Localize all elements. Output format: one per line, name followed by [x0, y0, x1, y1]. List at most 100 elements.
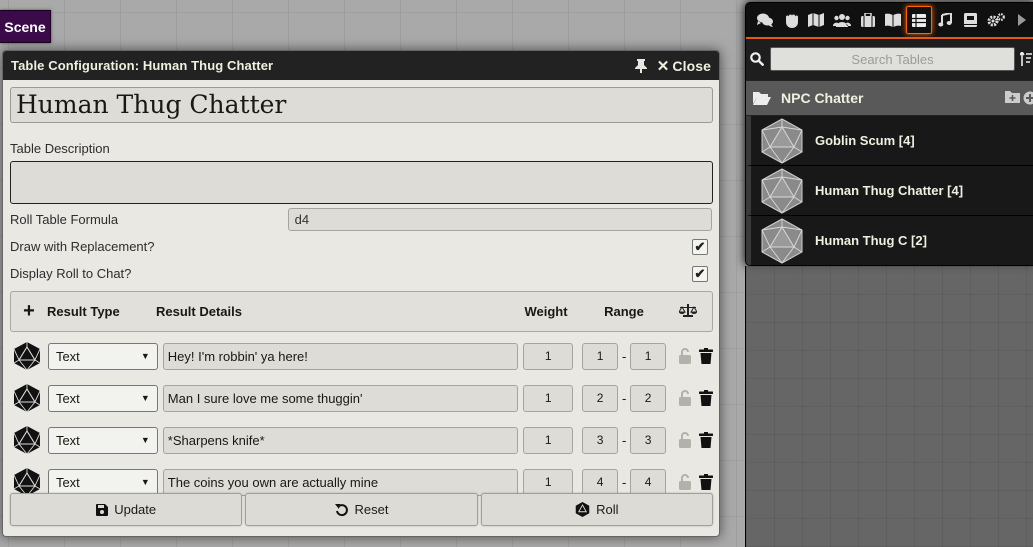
tab-tables[interactable] [906, 6, 933, 34]
caret-down-icon: ▼ [140, 393, 150, 403]
tab-compendium[interactable] [958, 6, 984, 34]
tab-collapse[interactable] [1009, 6, 1033, 34]
result-type-select[interactable]: Text ▼ [47, 426, 158, 454]
results-header: + Result Type Result Details Weight Rang… [10, 291, 713, 332]
reset-label: Reset [354, 502, 389, 517]
d20-icon[interactable] [12, 425, 42, 455]
display-roll-checkbox[interactable]: ✔ [692, 265, 708, 282]
sort-icon[interactable] [1020, 52, 1032, 66]
search-icon [750, 52, 764, 66]
table-name-input[interactable]: Human Thug Chatter [10, 87, 713, 123]
tab-settings[interactable] [984, 6, 1010, 34]
trash-icon[interactable] [699, 390, 714, 406]
create-folder-icon[interactable] [1005, 91, 1020, 103]
unlock-icon[interactable] [678, 348, 692, 364]
tab-chat[interactable] [752, 6, 778, 34]
create-entry-icon[interactable] [1023, 91, 1033, 105]
tab-journal[interactable] [881, 6, 907, 34]
pin-button[interactable] [634, 58, 647, 73]
scene-button[interactable]: Scene [0, 10, 51, 43]
update-label: Update [114, 502, 157, 517]
range-high-input[interactable]: 1 [630, 342, 667, 370]
table-entry[interactable]: Goblin Scum [4] [746, 116, 1033, 166]
caret-down-icon: ▼ [140, 477, 150, 487]
update-button[interactable]: Update [10, 493, 243, 526]
result-type-value: Text [55, 432, 80, 448]
reset-button[interactable]: Reset [245, 493, 478, 526]
map-icon [808, 13, 825, 27]
weight-input[interactable]: 1 [523, 342, 574, 370]
formula-input[interactable]: d4 [287, 208, 712, 231]
result-type-value: Text [55, 390, 80, 406]
compendium-icon [964, 13, 978, 27]
chat-icon [756, 13, 773, 27]
journal-icon [885, 13, 902, 27]
unlock-icon[interactable] [678, 432, 692, 448]
weight-input[interactable]: 1 [523, 468, 574, 496]
unlock-icon[interactable] [678, 390, 692, 406]
result-details-input[interactable]: Hey! I'm robbin' ya here! [162, 342, 519, 370]
range-dash: - [621, 432, 627, 448]
display-roll-row: Display Roll to Chat? ✔ [10, 260, 712, 287]
description-editor[interactable] [10, 161, 713, 204]
range-high-input[interactable]: 4 [630, 468, 667, 496]
trash-icon[interactable] [699, 348, 714, 364]
d20-icon[interactable] [12, 383, 42, 413]
result-type-select[interactable]: Text ▼ [47, 342, 158, 370]
result-type-select[interactable]: Text ▼ [47, 468, 158, 496]
result-details-input[interactable]: The coins you own are actually mine [162, 468, 519, 496]
result-row: Text ▼ *Sharpens knife* 1 3 - 3 [10, 419, 714, 461]
range-dash: - [621, 474, 627, 490]
column-weight: Weight [524, 304, 568, 319]
table-entry-name: Goblin Scum [4] [815, 133, 915, 148]
result-details-input[interactable]: Man I sure love me some thuggin' [162, 384, 519, 412]
roll-button[interactable]: Roll [480, 493, 713, 526]
result-row: Text ▼ Hey! I'm robbin' ya here! 1 1 - 1 [10, 335, 714, 377]
range-dash: - [621, 348, 627, 364]
range-low-input[interactable]: 4 [582, 468, 619, 496]
range-low-input[interactable]: 3 [582, 426, 619, 454]
formula-label: Roll Table Formula [10, 212, 119, 227]
collapse-arrow-icon [1018, 14, 1027, 26]
tab-items[interactable] [855, 6, 881, 34]
caret-down-icon: ▼ [140, 435, 150, 445]
normalize-weights-button[interactable] [664, 303, 712, 321]
range-low-input[interactable]: 1 [582, 342, 619, 370]
settings-icon [987, 13, 1006, 27]
roll-label: Roll [596, 502, 619, 517]
replacement-checkbox[interactable]: ✔ [692, 238, 708, 255]
tab-combat[interactable] [778, 6, 804, 34]
table-entry[interactable]: Human Thug C [2] [746, 216, 1033, 265]
tab-playlists[interactable] [932, 6, 958, 34]
formula-row: Roll Table Formula d4 [10, 206, 712, 233]
results-list: Text ▼ Hey! I'm robbin' ya here! 1 1 - 1… [10, 335, 714, 503]
column-result-details: Result Details [156, 304, 242, 319]
replacement-row: Draw with Replacement? ✔ [10, 233, 712, 260]
d20-icon[interactable] [12, 341, 42, 371]
tables-icon [912, 13, 927, 27]
display-roll-label: Display Roll to Chat? [10, 266, 132, 281]
trash-icon[interactable] [699, 474, 714, 490]
caret-down-icon: ▼ [140, 351, 150, 361]
weight-input[interactable]: 1 [523, 426, 574, 454]
search-tables-input[interactable]: Search Tables [770, 47, 1015, 71]
tab-scenes[interactable] [803, 6, 829, 34]
table-config-dialog: Table Configuration: Human Thug Chatter … [2, 50, 720, 537]
tab-actors[interactable] [829, 6, 855, 34]
range-high-input[interactable]: 2 [630, 384, 667, 412]
balance-scale-icon [678, 303, 698, 317]
column-range: Range [604, 304, 644, 319]
result-details-input[interactable]: *Sharpens knife* [162, 426, 519, 454]
sidebar-empty-area [745, 266, 1033, 547]
table-entry[interactable]: Human Thug Chatter [4] [746, 166, 1033, 216]
trash-icon[interactable] [699, 432, 714, 448]
weight-input[interactable]: 1 [523, 384, 574, 412]
add-result-button[interactable]: + [11, 300, 41, 323]
result-type-select[interactable]: Text ▼ [47, 384, 158, 412]
close-button[interactable]: ✕ Close [657, 57, 711, 75]
dialog-header[interactable]: Table Configuration: Human Thug Chatter … [3, 51, 719, 80]
folder-header[interactable]: NPC Chatter [746, 80, 1033, 116]
unlock-icon[interactable] [678, 474, 692, 490]
range-high-input[interactable]: 3 [630, 426, 667, 454]
range-low-input[interactable]: 2 [582, 384, 619, 412]
